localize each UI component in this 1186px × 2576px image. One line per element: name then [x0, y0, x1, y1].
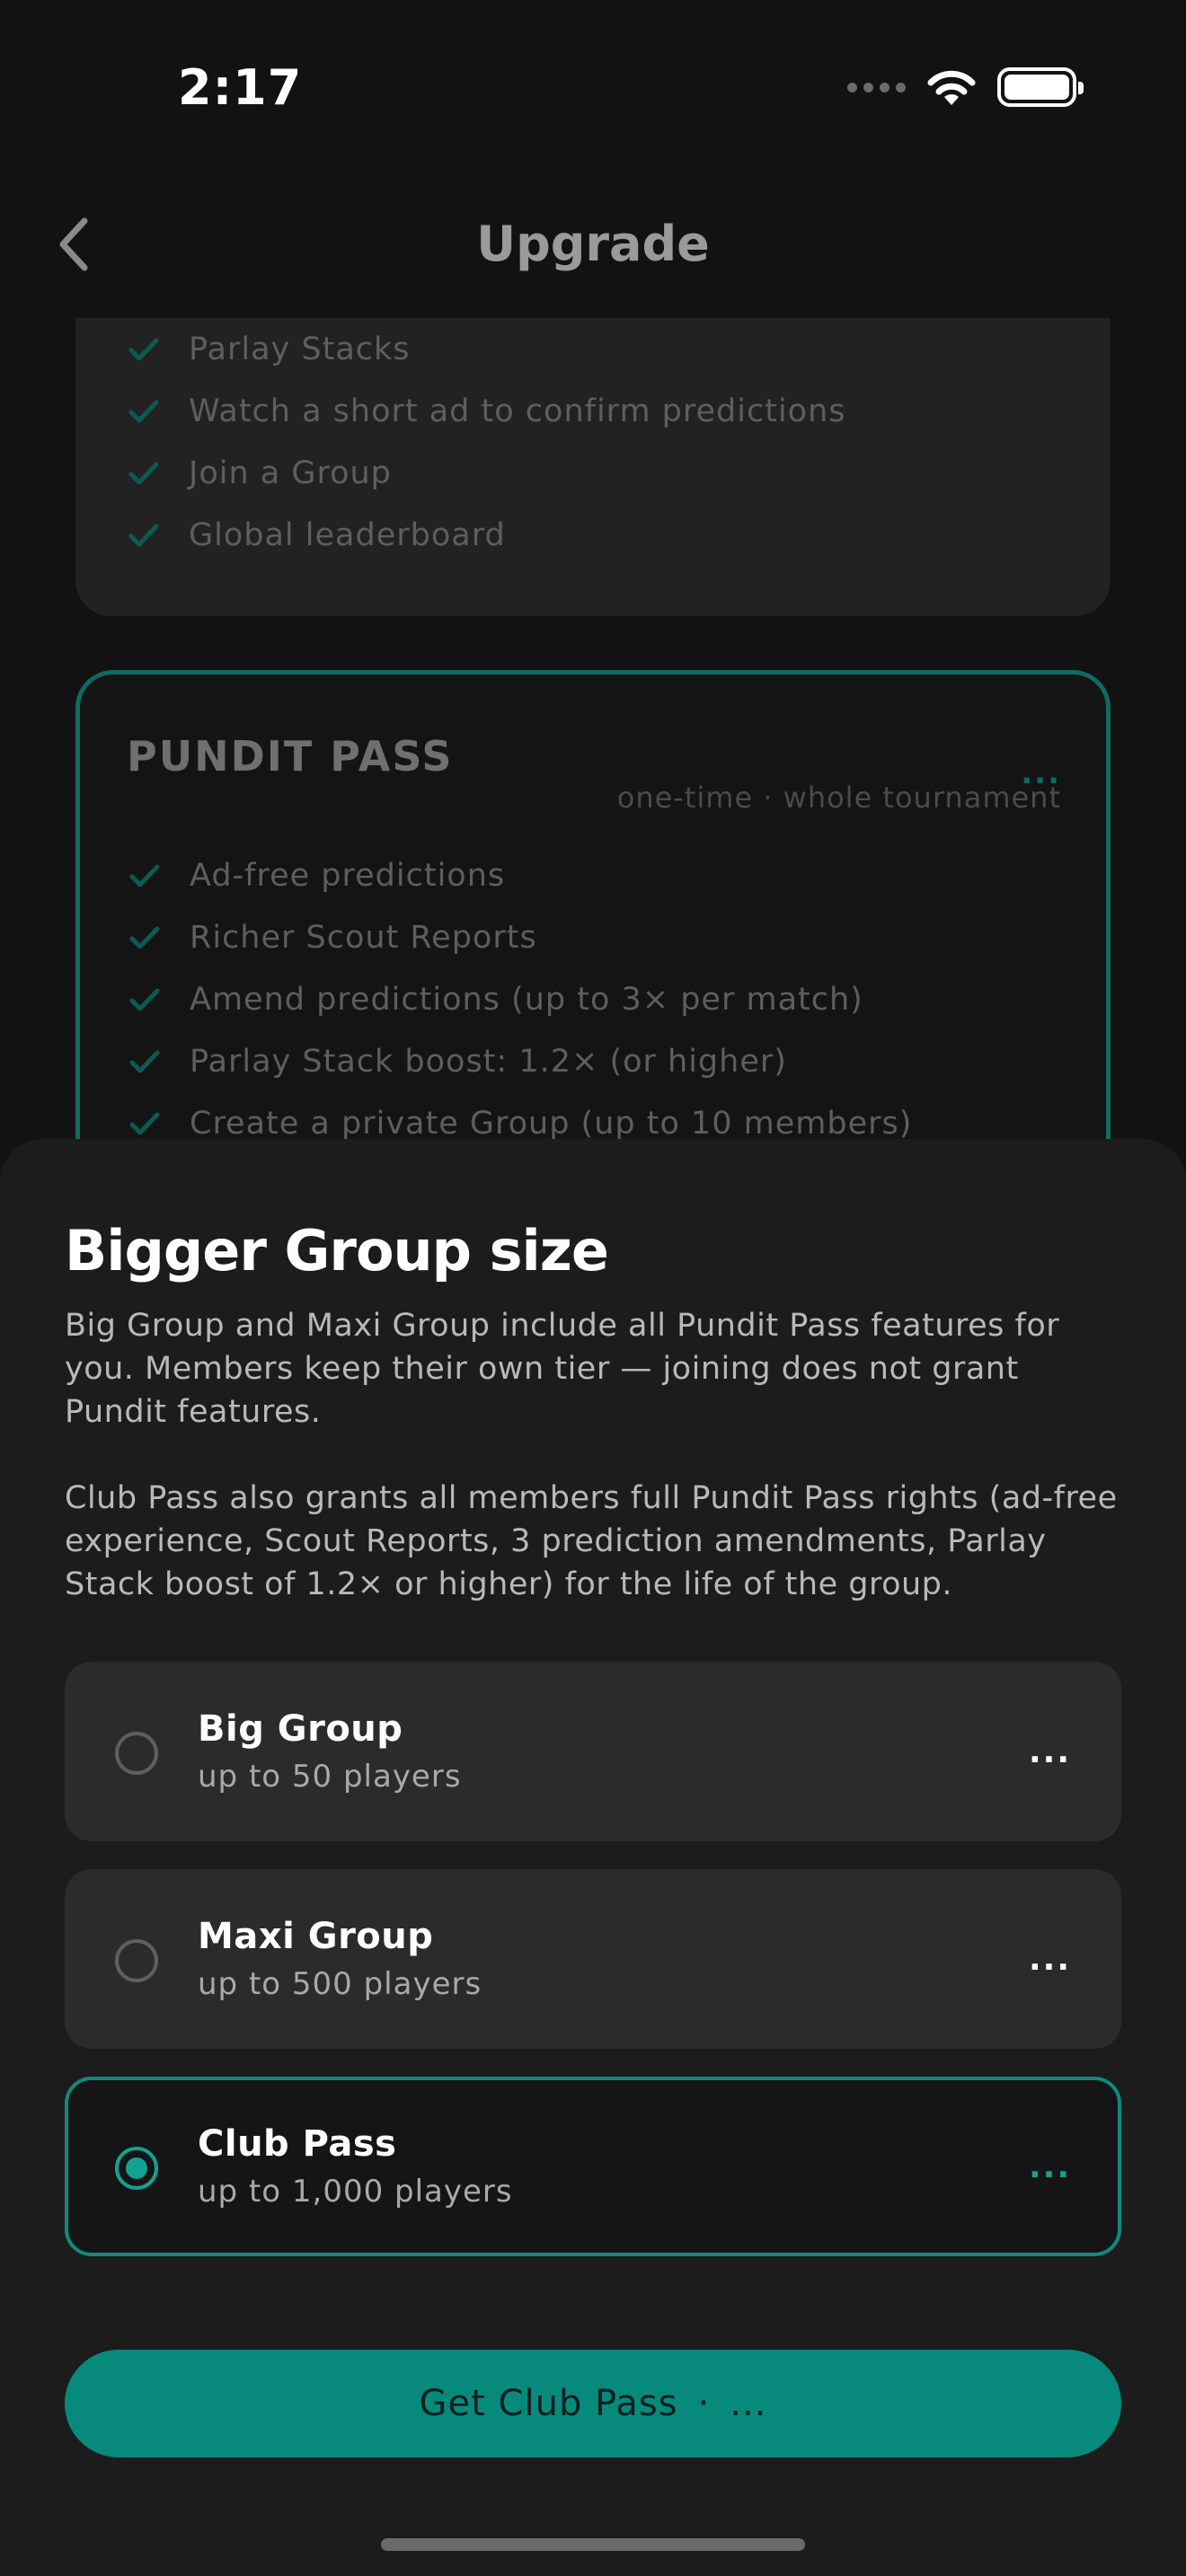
option-subtitle: up to 50 players [198, 1759, 462, 1795]
pundit-feature-list: Ad-free predictions Richer Scout Reports… [127, 844, 912, 1154]
option-name: Maxi Group [198, 1916, 434, 1957]
check-icon [128, 462, 159, 484]
feature-label: Parlay Stacks [189, 331, 411, 367]
feature-item: Join a Group [126, 442, 846, 504]
free-tier-card: Parlay Stacks Watch a short ad to confir… [75, 318, 1111, 616]
feature-label: Watch a short ad to confirm predictions [189, 393, 846, 429]
feature-item: Watch a short ad to confirm predictions [126, 380, 846, 442]
feature-item: Richer Scout Reports [127, 906, 912, 968]
cta-label: Get Club Pass [419, 2383, 678, 2424]
option-club-pass[interactable]: Club Pass up to 1,000 players ... [65, 2077, 1121, 2256]
battery-icon [997, 67, 1084, 107]
wifi-icon [927, 70, 976, 105]
sheet-title: Bigger Group size [65, 1218, 609, 1284]
option-subtitle: up to 500 players [198, 1966, 482, 2002]
check-icon [128, 400, 159, 422]
home-indicator[interactable] [381, 2538, 805, 2551]
sheet-description: Big Group and Maxi Group include all Pun… [65, 1304, 1125, 1606]
radio-icon[interactable] [115, 1732, 158, 1775]
option-big-group[interactable]: Big Group up to 50 players ... [65, 1662, 1121, 1841]
check-icon [129, 1050, 160, 1072]
option-name: Big Group [198, 1708, 403, 1750]
cta-price: ... [730, 2383, 767, 2424]
feature-label: Parlay Stack boost: 1.2× (or higher) [190, 1043, 787, 1080]
feature-label: Amend predictions (up to 3× per match) [190, 981, 863, 1018]
feature-item: Ad-free predictions [127, 844, 912, 906]
check-icon [129, 988, 160, 1010]
status-icons [847, 63, 1084, 111]
page-title: Upgrade [476, 216, 710, 272]
cta-separator: · [697, 2383, 711, 2424]
free-feature-list: Parlay Stacks Watch a short ad to confir… [126, 318, 846, 566]
feature-item: Parlay Stacks [126, 318, 846, 380]
check-icon [128, 338, 159, 360]
pundit-pass-card[interactable]: PUNDIT PASS ... one-time · whole tournam… [75, 670, 1111, 1209]
status-time: 2:17 [178, 59, 303, 116]
option-maxi-group[interactable]: Maxi Group up to 500 players ... [65, 1869, 1121, 2049]
option-name: Club Pass [198, 2123, 397, 2165]
feature-label: Ad-free predictions [190, 857, 506, 894]
option-price: ... [1028, 1941, 1071, 1978]
option-price: ... [1028, 2148, 1071, 2185]
option-subtitle: up to 1,000 players [198, 2174, 513, 2210]
feature-label: Richer Scout Reports [190, 919, 537, 956]
feature-item: Parlay Stack boost: 1.2× (or higher) [127, 1030, 912, 1092]
radio-selected-icon[interactable] [115, 2147, 158, 2190]
feature-label: Join a Group [189, 454, 392, 491]
check-icon [128, 524, 159, 546]
check-icon [129, 1112, 160, 1134]
pundit-pass-title: PUNDIT PASS [127, 732, 454, 781]
option-price: ... [1028, 1734, 1071, 1770]
pundit-pass-subtitle: one-time · whole tournament [616, 781, 1061, 815]
sheet-description-paragraph: Big Group and Maxi Group include all Pun… [65, 1308, 1060, 1430]
get-club-pass-button[interactable]: Get Club Pass · ... [65, 2350, 1121, 2457]
feature-label: Global leaderboard [189, 516, 506, 553]
feature-item: Amend predictions (up to 3× per match) [127, 968, 912, 1030]
feature-label: Create a private Group (up to 10 members… [190, 1105, 913, 1142]
check-icon [129, 926, 160, 948]
sheet-description-paragraph: Club Pass also grants all members full P… [65, 1480, 1118, 1602]
radio-icon[interactable] [115, 1939, 158, 1982]
cellular-signal-icon [847, 82, 906, 93]
check-icon [129, 864, 160, 887]
feature-item: Global leaderboard [126, 504, 846, 566]
